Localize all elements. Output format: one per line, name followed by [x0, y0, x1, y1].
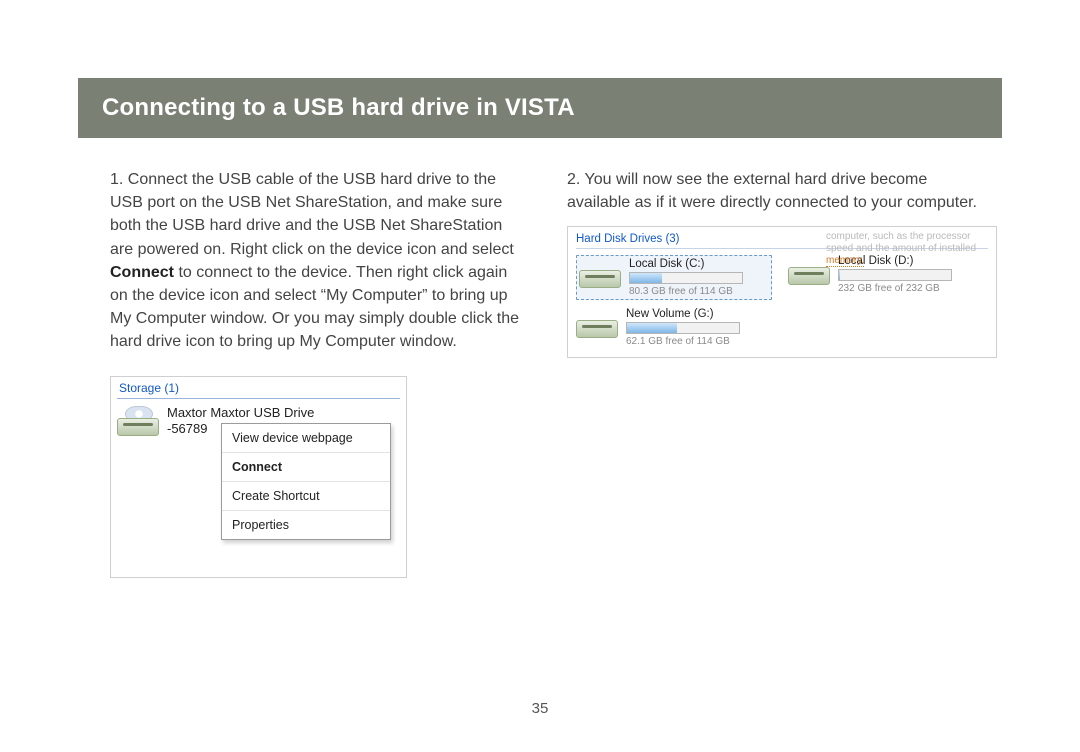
- hint-memory-link[interactable]: memory.: [826, 255, 864, 267]
- menu-item-properties[interactable]: Properties: [222, 510, 390, 539]
- hard-drive-icon: [788, 255, 830, 285]
- drives-grid: Local Disk (C:) 80.3 GB free of 114 GB L…: [576, 255, 988, 347]
- drive-name: Local Disk (C:): [629, 258, 743, 270]
- menu-item-connect[interactable]: Connect: [222, 452, 390, 481]
- drive-name: New Volume (G:): [626, 308, 740, 320]
- storage-header: Storage (1): [111, 377, 406, 397]
- right-column: 2. You will now see the external hard dr…: [567, 168, 984, 578]
- hard-drive-icon: [579, 258, 621, 288]
- drive-usage-bar: [838, 269, 952, 281]
- menu-item-create-shortcut[interactable]: Create Shortcut: [222, 481, 390, 510]
- menu-item-view-webpage[interactable]: View device webpage: [222, 424, 390, 452]
- section-banner: Connecting to a USB hard drive in VISTA: [78, 78, 1002, 138]
- drive-cell-g[interactable]: New Volume (G:) 62.1 GB free of 114 GB: [576, 308, 766, 347]
- hard-drive-icon: [576, 308, 618, 338]
- page-number: 35: [0, 700, 1080, 717]
- section-title: Connecting to a USB hard drive in VISTA: [102, 94, 575, 122]
- figure-hard-disk-drives: computer, such as the processor speed an…: [567, 226, 997, 358]
- hint-line-2a: speed and the amount of installed: [826, 243, 976, 254]
- step-2-number: 2.: [567, 171, 585, 188]
- storage-device-name: Maxtor Maxtor USB Drive: [167, 405, 314, 421]
- step-1-text: 1. Connect the USB cable of the USB hard…: [110, 168, 527, 354]
- step-2-text: 2. You will now see the external hard dr…: [567, 168, 984, 214]
- step-1-part-a: Connect the USB cable of the USB hard dr…: [110, 171, 514, 258]
- optical-drive-icon: [117, 406, 159, 436]
- drive-usage-bar: [629, 272, 743, 284]
- left-column: 1. Connect the USB cable of the USB hard…: [110, 168, 527, 578]
- drive-free-text: 62.1 GB free of 114 GB: [626, 336, 740, 347]
- drive-cell-c[interactable]: Local Disk (C:) 80.3 GB free of 114 GB: [576, 255, 772, 300]
- sidebar-hint-text: computer, such as the processor speed an…: [826, 231, 986, 267]
- drive-free-text: 80.3 GB free of 114 GB: [629, 286, 743, 297]
- drive-usage-bar: [626, 322, 740, 334]
- two-column-body: 1. Connect the USB cable of the USB hard…: [110, 168, 984, 578]
- step-1-number: 1.: [110, 171, 128, 188]
- step-1-bold-connect: Connect: [110, 264, 174, 281]
- figure-storage-context-menu: Storage (1) Maxtor Maxtor USB Drive -567…: [110, 376, 407, 578]
- context-menu: View device webpage Connect Create Short…: [221, 423, 391, 540]
- hint-line-1: computer, such as the processor: [826, 231, 986, 243]
- drive-free-text: 232 GB free of 232 GB: [838, 283, 952, 294]
- step-2-body: You will now see the external hard drive…: [567, 171, 977, 211]
